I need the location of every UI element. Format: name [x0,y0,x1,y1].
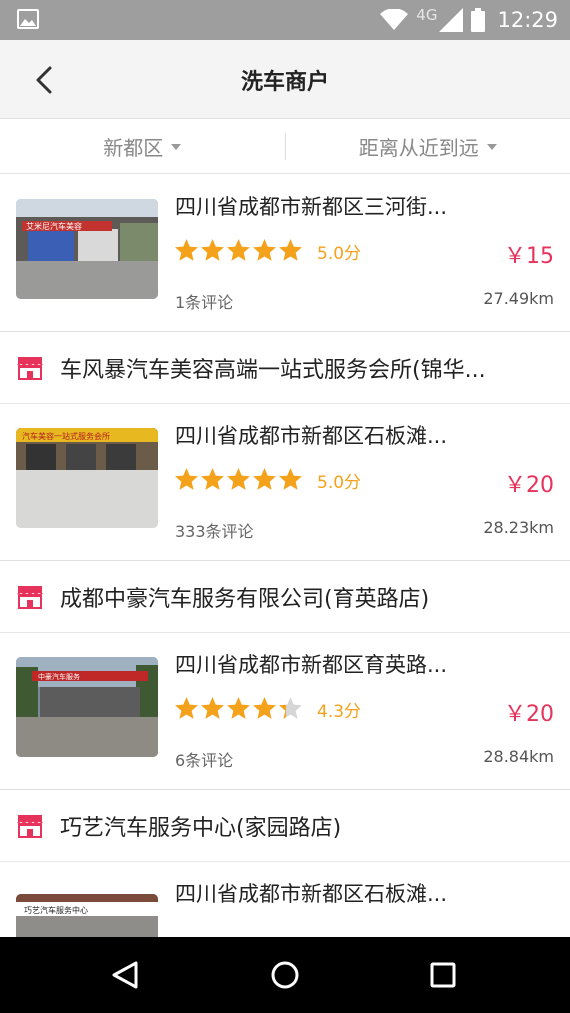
rating-stars [174,696,303,725]
status-bar: 4G 12:29 [0,0,570,40]
rating-stars [174,238,303,267]
merchant-photo: 巧艺汽车服务中心 [16,894,158,937]
sort-filter-label: 距离从近到远 [358,136,479,160]
star-icon [226,238,251,267]
review-count: 1条评论 [175,293,234,312]
signal-icon [439,8,464,32]
merchant-item[interactable]: 汽车美容一站式服务会所 四川省成都市新都区石板滩... 5.0分 ￥20 333… [0,404,570,561]
merchant-address: 四川省成都市新都区三河街... [175,195,448,219]
wifi-icon [380,9,409,30]
store-title-row[interactable]: 成都中豪汽车服务有限公司(育英路店) [0,561,570,633]
star-icon [226,696,251,725]
thumb-sign-text: 巧艺汽车服务中心 [24,905,88,915]
thumb-sign-text: 中豪汽车服务 [38,672,80,681]
page-title: 洗车商户 [240,70,329,95]
store-title-row[interactable]: 车风暴汽车美容高端一站式服务会所(锦华... [0,332,570,404]
filter-bar: 新都区 距离从近到远 [0,120,570,174]
home-icon[interactable] [265,955,305,995]
store-name: 巧艺汽车服务中心(家园路店) [60,815,342,841]
system-navigation-bar [0,937,570,1013]
review-count: 333条评论 [175,522,254,541]
price: ￥20 [504,473,554,498]
star-icon [200,696,225,725]
star-icon [278,238,303,267]
rating-score: 5.0分 [317,244,362,264]
distance: 28.84km [483,747,554,766]
merchant-photo: 艾米尼汽车美容 [16,199,158,299]
rating-stars [174,467,303,496]
back-icon[interactable] [106,955,146,995]
star-icon [252,238,277,267]
merchant-address: 四川省成都市新都区石板滩... [175,424,448,448]
rating-score: 5.0分 [317,473,362,493]
rating-score: 4.3分 [317,702,362,722]
review-count: 6条评论 [175,751,234,770]
star-icon [200,467,225,496]
star-icon [200,238,225,267]
store-title-row[interactable]: 巧艺汽车服务中心(家园路店) [0,790,570,862]
star-icon [174,467,199,496]
sort-filter-dropdown[interactable]: 距离从近到远 [286,120,570,173]
network-type: 4G [416,6,438,24]
battery-icon [471,8,486,32]
store-name: 成都中豪汽车服务有限公司(育英路店) [60,586,430,612]
merchant-photo: 中豪汽车服务 [16,657,158,757]
store-name: 车风暴汽车美容高端一站式服务会所(锦华... [60,357,486,383]
image-notification-icon [17,9,39,29]
star-icon [174,238,199,267]
merchant-photo: 汽车美容一站式服务会所 [16,428,158,528]
clock: 12:29 [497,8,558,32]
merchant-list: 艾米尼汽车美容 四川省成都市新都区三河街... 5.0分 ￥15 1条评论 27… [0,175,570,937]
thumb-sign-text: 汽车美容一站式服务会所 [22,431,110,441]
shop-icon [17,814,43,838]
area-filter-label: 新都区 [103,136,164,160]
merchant-address: 四川省成都市新都区育英路... [175,653,448,677]
area-filter-dropdown[interactable]: 新都区 [0,120,285,173]
distance: 28.23km [483,518,554,537]
caret-down-icon [171,143,182,150]
distance: 27.49km [483,289,554,308]
merchant-item[interactable]: 艾米尼汽车美容 四川省成都市新都区三河街... 5.0分 ￥15 1条评论 27… [0,175,570,332]
star-icon [252,467,277,496]
app-header: 洗车商户 [0,40,570,119]
merchant-item[interactable]: 巧艺汽车服务中心 四川省成都市新都区石板滩... [0,862,570,937]
star-icon [278,696,303,725]
star-icon [252,696,277,725]
star-icon [174,696,199,725]
thumb-sign-text: 艾米尼汽车美容 [26,221,82,231]
caret-down-icon [486,143,497,150]
shop-icon [17,585,43,609]
shop-icon [17,356,43,380]
star-icon [278,467,303,496]
merchant-address: 四川省成都市新都区石板滩... [175,882,448,906]
star-icon [226,467,251,496]
price: ￥20 [504,702,554,727]
merchant-item[interactable]: 中豪汽车服务 四川省成都市新都区育英路... 4.3分 ￥20 6条评论 28.… [0,633,570,790]
recent-apps-icon[interactable] [423,955,463,995]
price: ￥15 [504,244,554,269]
